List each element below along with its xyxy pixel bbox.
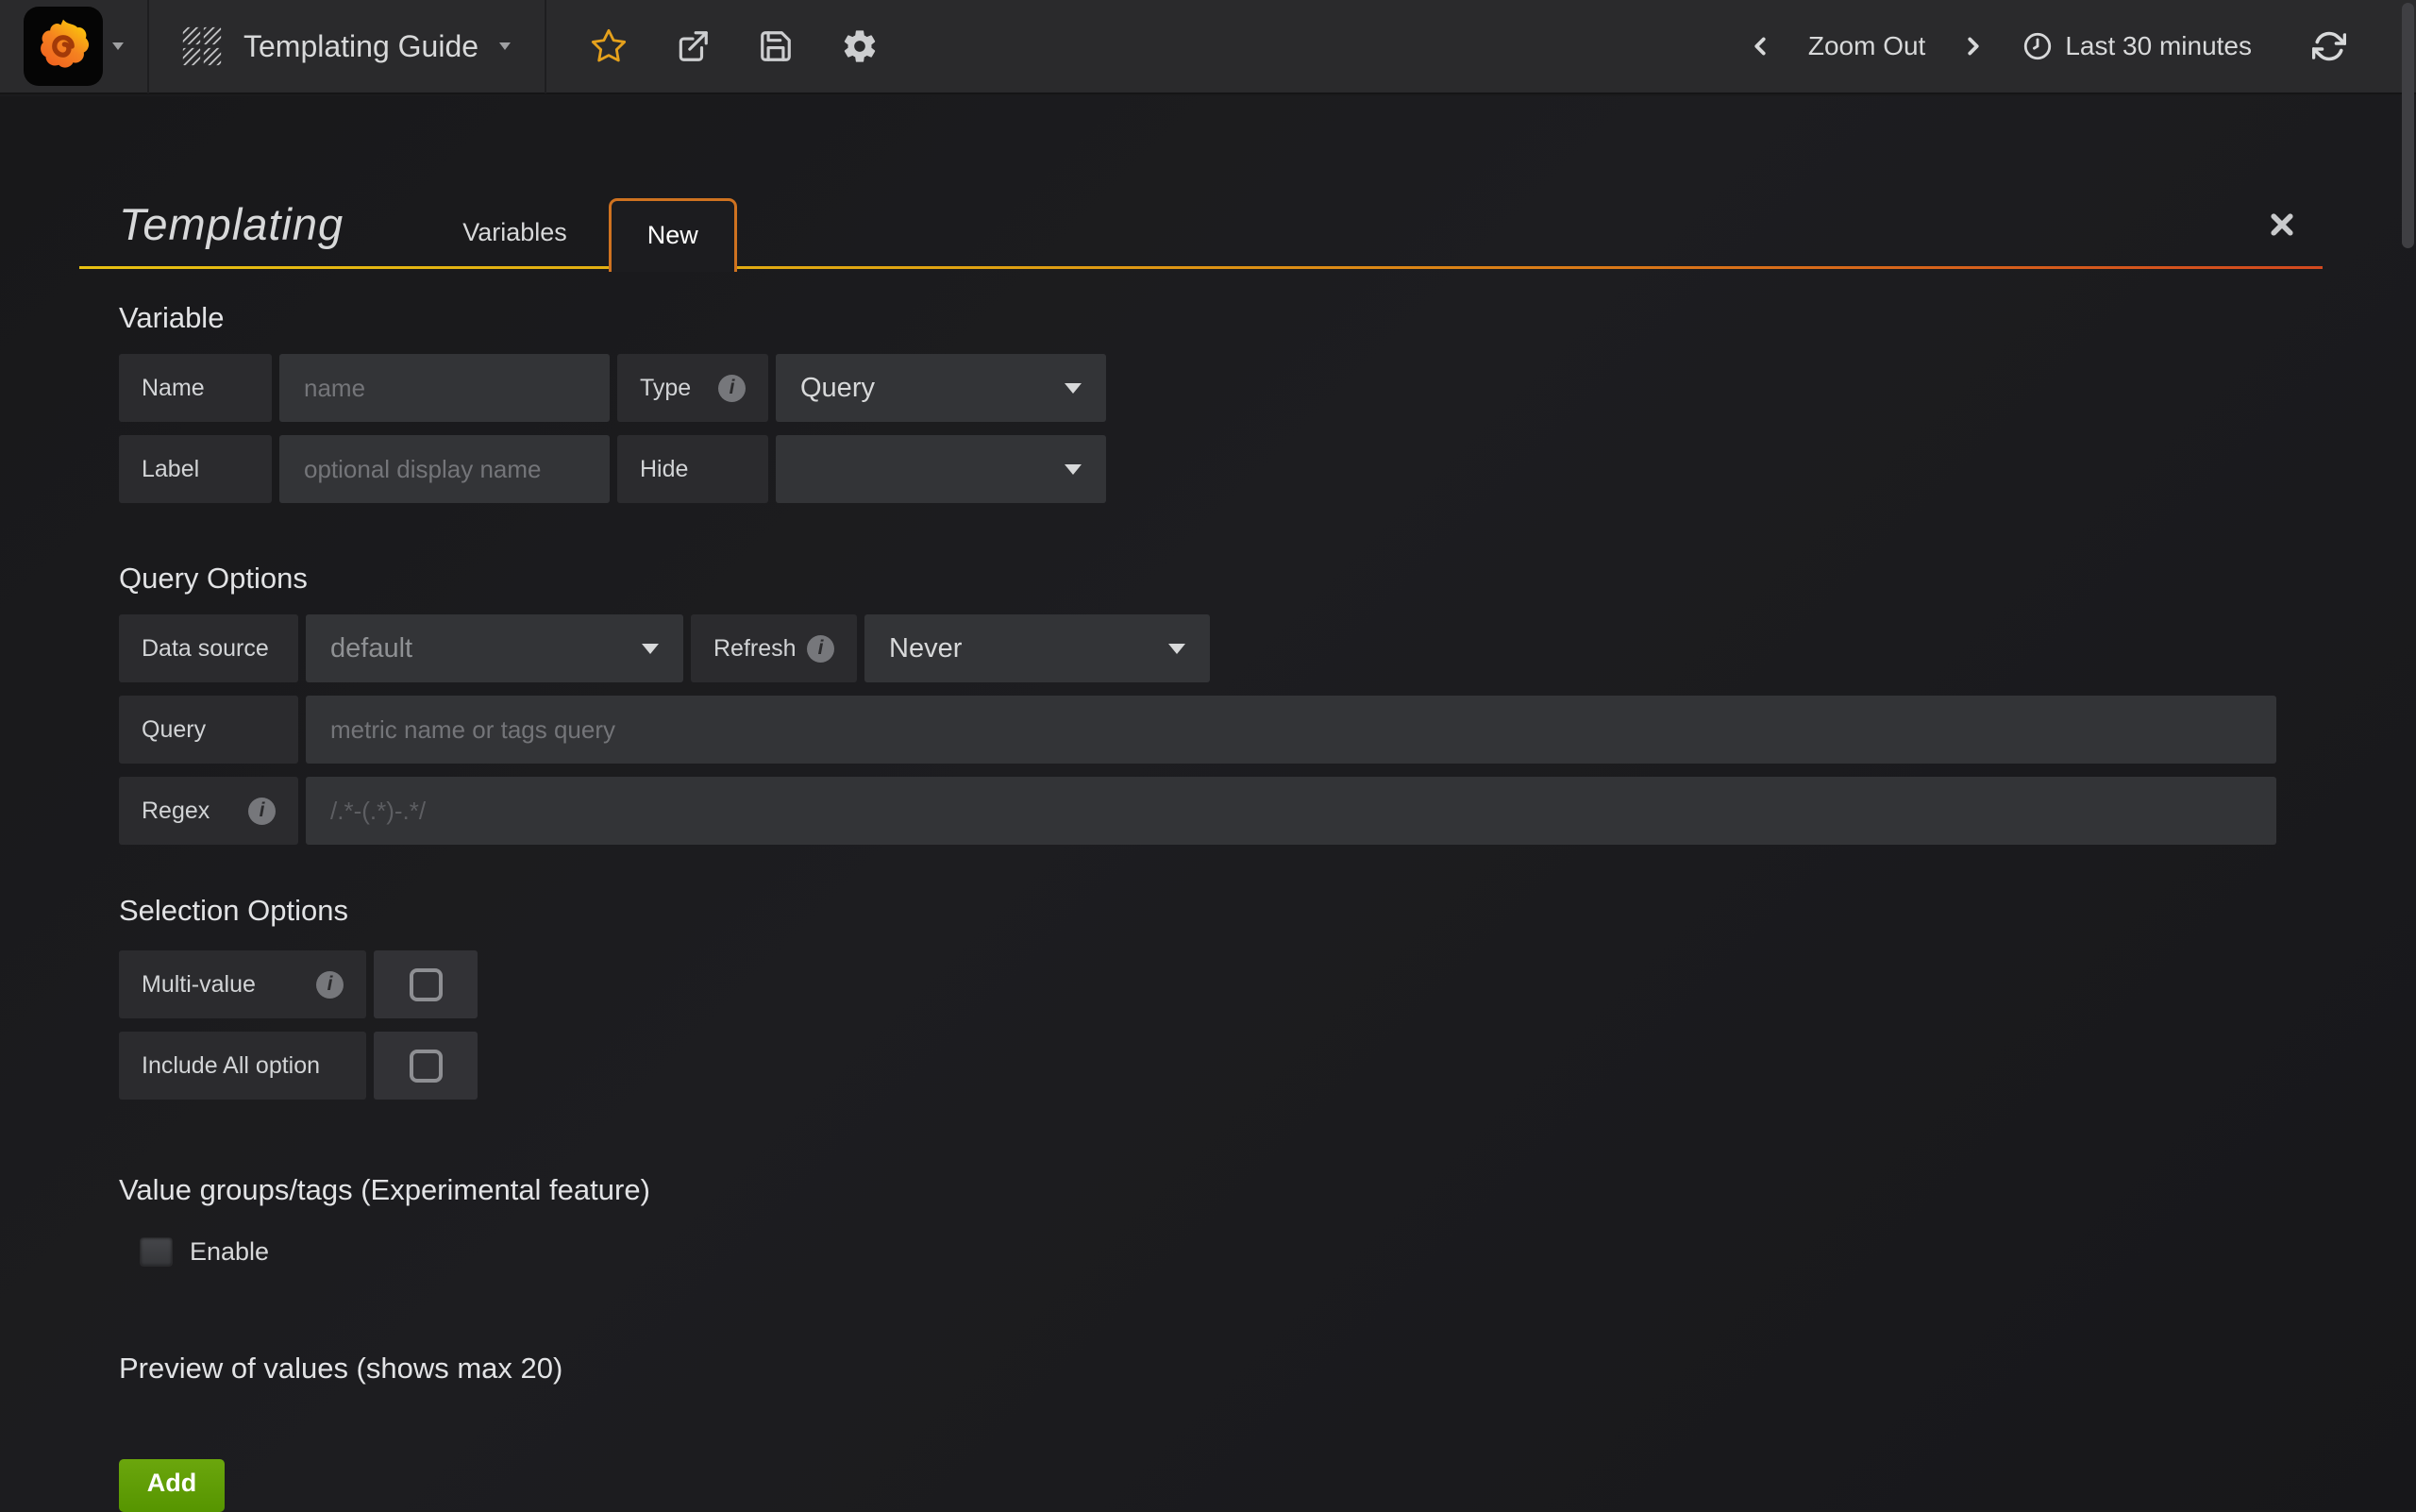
dashboard-grid-icon [181,25,223,67]
chevron-left-icon [1746,32,1774,60]
checkbox-icon [410,1050,443,1083]
multi-value-label-text: Multi-value [142,971,256,999]
multi-value-label: Multi-value i [119,950,366,1018]
enable-checkbox[interactable] [140,1237,173,1267]
time-back-button[interactable] [1746,32,1774,60]
grafana-flame-icon [32,15,94,77]
include-all-row: Include All option [119,1032,2276,1100]
datasource-select-value: default [330,633,412,664]
variable-name-row: Name Type i Query [119,354,2276,422]
scrollbar[interactable] [2402,3,2414,248]
label-label: Label [119,435,272,503]
enable-label: Enable [190,1237,269,1267]
label-input[interactable] [279,435,610,503]
chevron-right-icon [1959,32,1988,60]
grafana-logo [24,7,103,86]
refresh-label: Refresh i [691,614,857,682]
query-input[interactable] [306,696,2276,764]
topbar: Templating Guide [0,0,2416,94]
refresh-icon [2312,29,2346,63]
include-all-label: Include All option [119,1032,366,1100]
regex-label-text: Regex [142,798,210,825]
tab-new[interactable]: New [609,198,737,272]
tab-variables[interactable]: Variables [421,195,609,269]
value-groups-heading: Value groups/tags (Experimental feature) [119,1173,2323,1207]
query-row: Query [119,696,2276,764]
add-button[interactable]: Add [119,1459,225,1512]
query-label: Query [119,696,298,764]
include-all-checkbox[interactable] [374,1032,478,1100]
time-range-picker[interactable]: Last 30 minutes [2022,30,2252,62]
content: Templating Variables New Variable Name T… [79,96,2323,1512]
star-button[interactable] [590,27,628,65]
close-button[interactable] [2268,210,2296,239]
settings-button[interactable] [841,27,879,65]
type-select[interactable]: Query [776,354,1106,422]
chevron-down-icon [1065,383,1082,394]
datasource-select[interactable]: default [306,614,683,682]
name-input[interactable] [279,354,610,422]
enable-row: Enable [140,1237,2323,1267]
refresh-label-text: Refresh [713,635,797,663]
page-title: Templating [119,198,344,250]
header-underline [79,266,2323,269]
gear-icon [841,27,879,65]
chevron-down-icon [1065,464,1082,475]
star-icon [590,27,628,65]
chevron-down-icon [642,644,659,654]
refresh-button[interactable] [2312,29,2346,63]
share-icon [675,28,711,64]
grafana-menu-button[interactable] [0,0,149,93]
variable-label-row: Label Hide [119,435,2276,503]
dashboard-title: Templating Guide [243,29,478,64]
info-icon[interactable]: i [718,375,746,402]
page: Templating Variables New Variable Name T… [0,96,2416,1510]
type-label: Type i [617,354,768,422]
name-label: Name [119,354,272,422]
time-forward-button[interactable] [1959,32,1988,60]
hide-label: Hide [617,435,768,503]
multi-value-row: Multi-value i [119,950,2276,1018]
share-button[interactable] [675,28,711,64]
datasource-label: Data source [119,614,298,682]
type-select-value: Query [800,373,875,404]
hide-select[interactable] [776,435,1106,503]
refresh-select-value: Never [889,633,962,664]
selection-options-heading: Selection Options [119,894,2323,928]
dashboard-picker[interactable]: Templating Guide [149,0,546,93]
info-icon[interactable]: i [248,798,276,825]
multi-value-checkbox[interactable] [374,950,478,1018]
regex-label: Regex i [119,777,298,845]
datasource-row: Data source default Refresh i Never [119,614,2276,682]
topbar-actions [546,27,879,65]
regex-input[interactable] [306,777,2276,845]
time-range-label: Last 30 minutes [2065,31,2252,61]
save-button[interactable] [758,28,794,64]
variable-heading: Variable [119,301,2323,335]
clock-icon [2022,30,2054,62]
checkbox-icon [410,968,443,1001]
info-icon[interactable]: i [807,635,834,663]
refresh-select[interactable]: Never [864,614,1210,682]
close-icon [2268,210,2296,239]
page-header: Templating Variables New [79,96,2323,269]
chevron-down-icon [112,42,124,50]
zoom-out-button[interactable]: Zoom Out [1808,31,1925,61]
preview-heading: Preview of values (shows max 20) [119,1352,2323,1386]
save-icon [758,28,794,64]
chevron-down-icon [1168,644,1185,654]
type-label-text: Type [640,375,691,402]
time-controls: Zoom Out Last 30 minutes [1746,29,2416,63]
info-icon[interactable]: i [316,971,344,999]
regex-row: Regex i [119,777,2276,845]
query-options-heading: Query Options [119,562,2323,596]
chevron-down-icon [499,42,511,50]
tabs: Variables New [421,195,737,269]
